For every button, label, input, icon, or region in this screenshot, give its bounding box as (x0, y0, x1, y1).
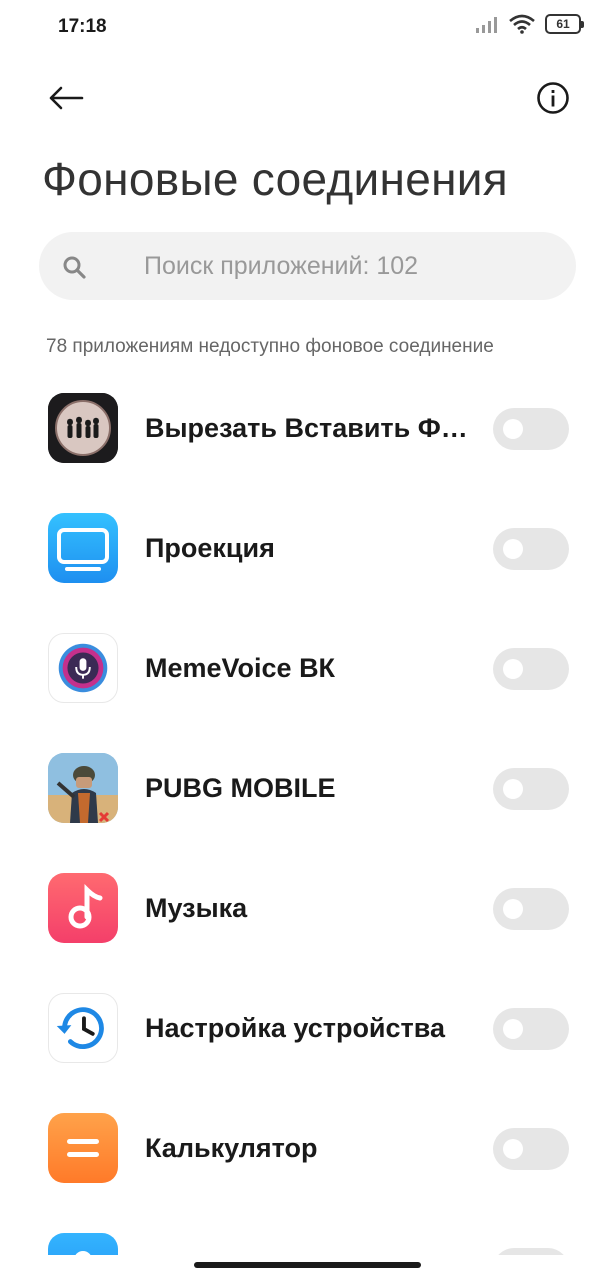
calculator-icon (48, 1113, 118, 1183)
toggle-knob (503, 899, 523, 919)
toggle-knob (503, 659, 523, 679)
wifi-icon (509, 14, 535, 34)
battery-level: 61 (556, 17, 570, 31)
toggle-knob (503, 779, 523, 799)
cut-paste-photo-icon (48, 393, 118, 463)
search-bar[interactable] (39, 232, 576, 300)
back-arrow-icon (49, 86, 84, 110)
app-list: Вырезать Вставить Фото Проекция MemeVoic… (0, 373, 615, 1255)
app-row[interactable]: Музыка (0, 853, 615, 973)
toggle-knob (503, 1139, 523, 1159)
music-icon (48, 873, 118, 943)
app-row[interactable]: Проекция (0, 493, 615, 613)
app-row[interactable]: PUBG MOBILE (0, 733, 615, 853)
background-toggle[interactable] (493, 768, 569, 810)
status-time: 17:18 (58, 16, 107, 37)
background-toggle[interactable] (493, 528, 569, 570)
status-icons: 61 (475, 14, 584, 34)
app-row[interactable]: Калькулятор (0, 1093, 615, 1213)
search-icon (63, 256, 86, 279)
app-name: Вырезать Вставить Фото (145, 413, 470, 443)
app-row[interactable]: MemeVoice ВК (0, 613, 615, 733)
page-title: Фоновые соединения (42, 153, 509, 205)
contacts-icon (48, 1233, 118, 1255)
info-icon (537, 82, 569, 114)
background-toggle[interactable] (493, 1248, 569, 1255)
app-name: Проекция (145, 533, 275, 563)
background-toggle[interactable] (493, 648, 569, 690)
app-name: Настройка устройства (145, 1013, 446, 1043)
background-toggle[interactable] (493, 408, 569, 450)
back-button[interactable] (40, 76, 92, 120)
app-name: MemeVoice ВК (145, 653, 336, 683)
battery-indicator: 61 (545, 14, 584, 34)
memevoice-mic-icon (48, 633, 118, 703)
app-name: Музыка (145, 893, 248, 923)
app-row[interactable]: Вырезать Вставить Фото (0, 373, 615, 493)
background-toggle[interactable] (493, 888, 569, 930)
projection-icon (48, 513, 118, 583)
background-toggle[interactable] (493, 1128, 569, 1170)
app-name: Калькулятор (145, 1133, 318, 1163)
app-name: PUBG MOBILE (145, 773, 336, 803)
pubg-icon (48, 753, 118, 823)
toggle-knob (503, 1019, 523, 1039)
toggle-knob (503, 539, 523, 559)
app-row[interactable] (0, 1213, 615, 1255)
info-button[interactable] (531, 76, 575, 120)
unavailable-count-text: 78 приложениям недоступно фоновое соедин… (46, 336, 494, 357)
app-row[interactable]: Настройка устройства (0, 973, 615, 1093)
search-input[interactable] (144, 232, 564, 300)
toolbar (0, 70, 615, 126)
toggle-knob (503, 419, 523, 439)
status-bar: 17:18 61 (0, 0, 615, 56)
gesture-nav-handle[interactable] (194, 1262, 421, 1268)
signal-icon (476, 17, 497, 33)
device-setup-icon (48, 993, 118, 1063)
background-toggle[interactable] (493, 1008, 569, 1050)
